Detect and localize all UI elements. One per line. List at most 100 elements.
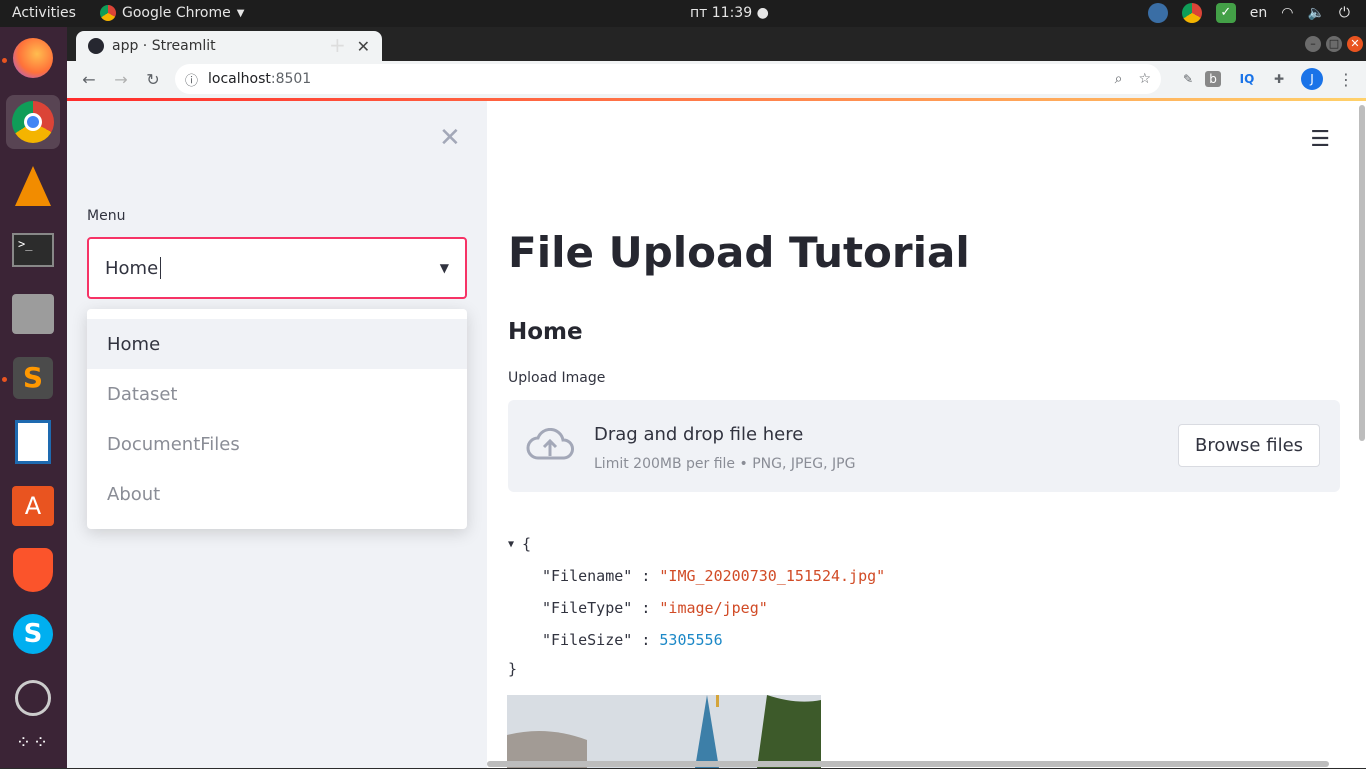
page-title: File Upload Tutorial <box>508 228 970 277</box>
menu-label: Menu <box>87 208 126 224</box>
app-menu-label: Google Chrome <box>122 5 231 21</box>
json-close-brace: } <box>508 660 518 678</box>
maximize-button[interactable]: □ <box>1326 36 1342 52</box>
activities-button[interactable]: Activities <box>12 5 76 21</box>
json-colon: : <box>632 599 660 617</box>
extension-pen-icon[interactable]: ✎ <box>1177 68 1199 90</box>
json-colon: : <box>632 631 660 649</box>
sidebar: ✕ Menu Home ▼ Home Dataset DocumentFiles… <box>67 101 487 768</box>
menu-option-about[interactable]: About <box>87 469 467 519</box>
json-key-filetype: "FileType" <box>542 599 633 617</box>
check-icon[interactable]: ✓ <box>1215 3 1236 23</box>
brave-launcher[interactable] <box>6 543 60 597</box>
language-indicator[interactable]: en <box>1250 5 1268 21</box>
power-icon[interactable]: ⏻ <box>1339 5 1350 21</box>
forward-button[interactable]: → <box>105 63 137 95</box>
system-tray[interactable]: ✓ en ◠ 🔈 ⏻ <box>1147 3 1350 23</box>
sublime-icon: S <box>13 357 53 399</box>
chrome-launcher[interactable] <box>6 95 60 149</box>
reload-button[interactable]: ↻ <box>137 63 169 95</box>
files-launcher[interactable] <box>6 287 60 341</box>
menu-option-home[interactable]: Home <box>87 319 467 369</box>
earth-icon[interactable] <box>1147 3 1168 23</box>
profile-avatar[interactable]: J <box>1301 68 1323 90</box>
clock[interactable]: пт 11:39 ● <box>690 5 769 21</box>
url-host: localhost <box>208 71 271 87</box>
chrome-tray-icon[interactable] <box>1181 3 1202 23</box>
files-icon <box>12 294 54 334</box>
volume-icon[interactable]: 🔈 <box>1307 5 1324 21</box>
json-colon: : <box>632 567 660 585</box>
more-menu-icon[interactable]: ⋮ <box>1335 68 1357 90</box>
extensions-puzzle-icon[interactable]: ✚ <box>1268 68 1290 90</box>
json-key-filesize: "FileSize" <box>542 631 633 649</box>
main-content: ☰ File Upload Tutorial Home Upload Image… <box>487 101 1366 768</box>
dock: >_ S A S ⁘⁘ <box>0 27 67 768</box>
new-tab-button[interactable]: + <box>329 33 346 57</box>
cloud-upload-icon <box>526 427 574 466</box>
zoom-icon[interactable]: ⌕ <box>1115 71 1123 87</box>
grid-icon: ⁘⁘ <box>15 731 51 753</box>
collapse-caret-icon[interactable]: ▼ <box>508 539 514 550</box>
select-value: Home <box>105 257 159 279</box>
show-apps-button[interactable]: ⁘⁘ <box>6 715 60 769</box>
uploader-label: Upload Image <box>508 370 606 386</box>
firefox-launcher[interactable] <box>6 31 60 85</box>
json-open-brace: { <box>522 535 532 553</box>
url-port: :8501 <box>270 71 312 87</box>
skype-launcher[interactable]: S <box>6 607 60 661</box>
chrome-icon <box>12 101 54 143</box>
close-tab-icon[interactable]: ✕ <box>357 37 370 56</box>
extension-box-icon[interactable]: b <box>1205 71 1221 87</box>
dropzone-subtitle: Limit 200MB per file • PNG, JPEG, JPG <box>594 456 856 472</box>
brave-icon <box>13 548 53 592</box>
writer-icon <box>15 420 51 464</box>
close-window-button[interactable]: ✕ <box>1347 36 1363 52</box>
wifi-icon[interactable]: ◠ <box>1281 5 1293 21</box>
clock-label: пт 11:39 <box>690 5 753 21</box>
notification-dot-icon: ● <box>756 5 769 21</box>
terminal-launcher[interactable]: >_ <box>6 223 60 277</box>
address-bar[interactable]: ⓘ localhost:8501 ⌕ ☆ <box>175 64 1161 94</box>
text-cursor <box>160 257 162 279</box>
browser-toolbar: ← → ↻ ⓘ localhost:8501 ⌕ ☆ ✎ b IQ ✚ J ⋮ <box>67 61 1366 98</box>
dropzone-title: Drag and drop file here <box>594 424 804 445</box>
terminal-icon: >_ <box>12 233 54 267</box>
update-icon <box>15 680 51 716</box>
json-value-filetype: "image/jpeg" <box>659 599 768 617</box>
chevron-down-icon[interactable]: ▼ <box>440 261 449 275</box>
file-dropzone[interactable]: Drag and drop file here Limit 200MB per … <box>508 400 1340 492</box>
menu-select[interactable]: Home ▼ <box>87 237 467 299</box>
horizontal-scrollbar[interactable] <box>487 761 1329 767</box>
chrome-icon <box>100 5 116 21</box>
browse-files-button[interactable]: Browse files <box>1178 424 1320 467</box>
firefox-icon <box>13 38 53 78</box>
close-sidebar-icon[interactable]: ✕ <box>439 123 461 153</box>
uploaded-image <box>507 695 821 768</box>
extension-iq[interactable]: IQ <box>1236 68 1258 90</box>
software-launcher[interactable]: A <box>6 479 60 533</box>
tab-title: app · Streamlit <box>112 38 216 54</box>
hamburger-menu-icon[interactable]: ☰ <box>1310 127 1330 152</box>
info-icon[interactable]: ⓘ <box>185 70 198 89</box>
menu-option-documentfiles[interactable]: DocumentFiles <box>87 419 467 469</box>
json-value-filesize: 5305556 <box>659 631 723 649</box>
sublime-launcher[interactable]: S <box>6 351 60 405</box>
json-key-filename: "Filename" <box>542 567 633 585</box>
minimize-button[interactable]: – <box>1305 36 1321 52</box>
back-button[interactable]: ← <box>73 63 105 95</box>
chevron-down-icon: ▼ <box>236 7 245 19</box>
bookmark-star-icon[interactable]: ☆ <box>1138 71 1151 87</box>
page-subheader: Home <box>508 319 583 345</box>
software-store-icon: A <box>12 486 54 526</box>
app-menu[interactable]: Google Chrome ▼ <box>100 5 244 21</box>
vertical-scrollbar[interactable] <box>1359 105 1365 441</box>
json-value-filename: "IMG_20200730_151524.jpg" <box>659 567 886 585</box>
streamlit-favicon-icon <box>88 38 104 54</box>
menu-option-dataset[interactable]: Dataset <box>87 369 467 419</box>
menu-dropdown: Home Dataset DocumentFiles About <box>87 309 467 529</box>
writer-launcher[interactable] <box>6 415 60 469</box>
json-viewer: ▼ { "Filename" : "IMG_20200730_151524.jpg… <box>508 528 885 682</box>
vlc-launcher[interactable] <box>6 159 60 213</box>
tab-strip: app · Streamlit ✕ + – □ ✕ <box>67 27 1366 61</box>
